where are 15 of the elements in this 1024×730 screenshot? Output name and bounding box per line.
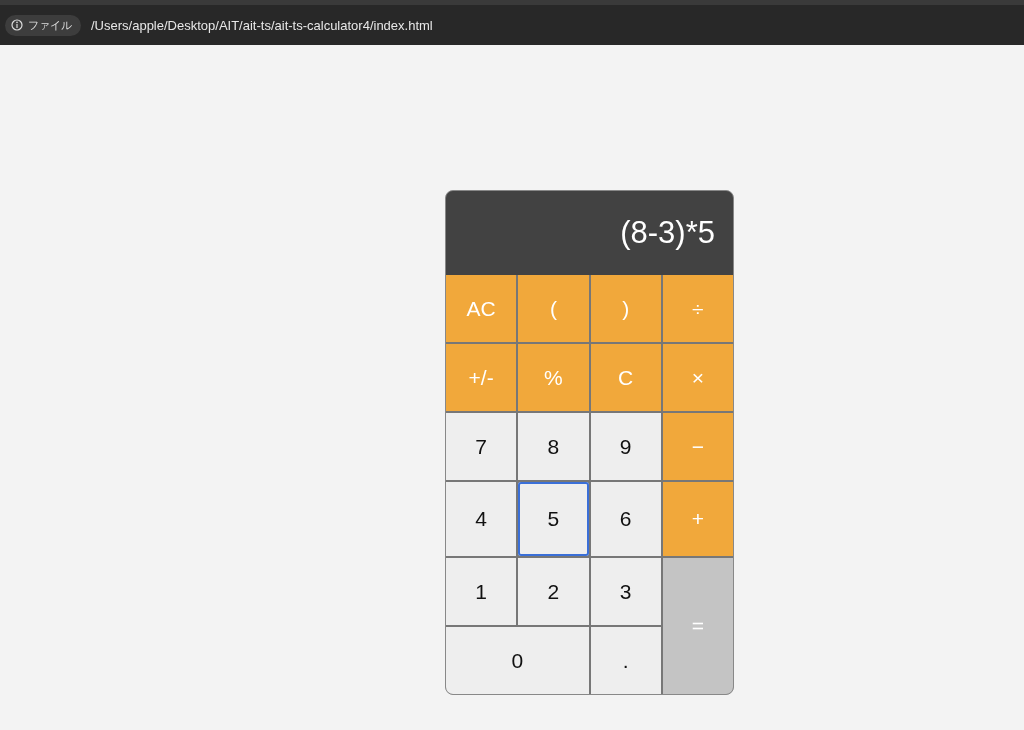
file-scheme-chip[interactable]: ファイル [5,14,81,36]
calculator-key[interactable]: 1 [446,558,517,625]
calculator-key[interactable]: 9 [590,413,661,480]
calculator-key[interactable]: 0 [446,627,589,694]
calculator-key[interactable]: . [590,627,661,694]
calculator-key[interactable]: 7 [446,413,517,480]
info-icon [11,19,23,31]
url-text[interactable]: /Users/apple/Desktop/AIT/ait-ts/ait-ts-calculator4/index.html [91,17,433,33]
calculator-key[interactable]: 2 [518,558,589,625]
calculator-key[interactable]: 5 [518,482,589,556]
calculator-key[interactable]: 4 [446,482,517,556]
calculator-key[interactable]: 3 [590,558,661,625]
calculator-key[interactable]: 8 [518,413,589,480]
calculator-key[interactable]: 6 [590,482,661,556]
calculator-display: (8-3)*5 [446,191,733,275]
